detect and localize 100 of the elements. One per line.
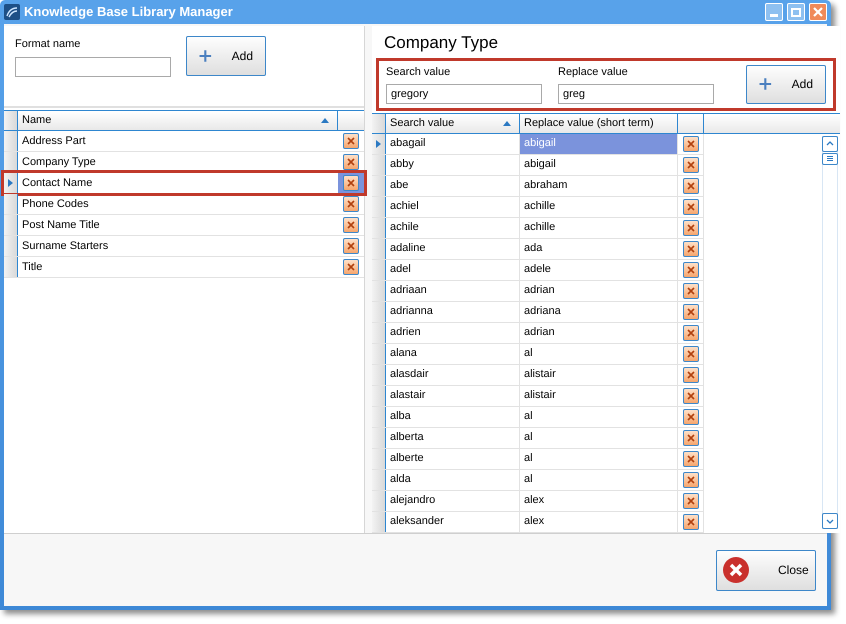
add-button[interactable]: Add [746, 64, 826, 104]
delete-button[interactable] [343, 217, 359, 233]
table-cell[interactable]: al [520, 428, 678, 448]
table-cell[interactable]: al [520, 406, 678, 426]
table-cell[interactable]: ada [520, 238, 678, 258]
row-header[interactable] [372, 322, 386, 342]
row-header[interactable] [4, 194, 18, 214]
delete-button[interactable] [682, 450, 698, 466]
table-cell[interactable]: adrien [386, 322, 520, 342]
delete-button[interactable] [682, 198, 698, 214]
delete-button[interactable] [682, 282, 698, 298]
delete-button[interactable] [682, 178, 698, 194]
delete-button[interactable] [682, 472, 698, 488]
row-header[interactable] [4, 131, 18, 151]
table-cell[interactable]: adel [386, 260, 520, 280]
table-cell[interactable]: adrian [520, 322, 678, 342]
table-cell[interactable]: aleksander [386, 512, 520, 532]
table-cell[interactable]: alistair [520, 386, 678, 406]
table-cell[interactable]: adele [520, 260, 678, 280]
table-cell[interactable]: alba [386, 406, 520, 426]
row-header[interactable] [372, 470, 386, 490]
delete-button[interactable] [682, 366, 698, 382]
column-header[interactable]: Search value [386, 114, 520, 132]
table-cell[interactable]: adriaan [386, 280, 520, 300]
row-header[interactable] [372, 302, 386, 322]
format-name-field[interactable] [15, 56, 171, 76]
table-cell[interactable]: abe [386, 176, 520, 196]
row-header[interactable] [372, 490, 386, 510]
delete-button[interactable] [343, 133, 359, 149]
column-header[interactable]: Name [18, 111, 338, 130]
table-cell[interactable]: alberte [386, 448, 520, 468]
table-cell[interactable]: al [520, 344, 678, 364]
delete-button[interactable] [682, 408, 698, 424]
table-cell[interactable]: Surname Starters [18, 236, 338, 256]
row-header[interactable] [372, 406, 386, 426]
maximize-button[interactable] [787, 3, 805, 21]
table-cell[interactable]: alberta [386, 428, 520, 448]
table-cell[interactable]: alasdair [386, 364, 520, 384]
table-cell[interactable]: abigail [520, 154, 678, 174]
minimize-button[interactable] [765, 3, 783, 21]
delete-button[interactable] [682, 304, 698, 320]
row-header[interactable] [372, 428, 386, 448]
table-cell[interactable]: Title [18, 257, 338, 277]
table-cell[interactable]: al [520, 470, 678, 490]
row-header[interactable] [372, 386, 386, 406]
table-cell[interactable]: adaline [386, 238, 520, 258]
row-header[interactable] [4, 236, 18, 256]
row-header[interactable] [372, 448, 386, 468]
row-header[interactable] [372, 196, 386, 216]
table-cell[interactable]: achille [520, 218, 678, 238]
table-cell[interactable]: achiel [386, 196, 520, 216]
table-cell[interactable]: Post Name Title [18, 215, 338, 235]
table-cell[interactable]: alex [520, 490, 678, 510]
delete-button[interactable] [682, 492, 698, 508]
row-header[interactable] [372, 280, 386, 300]
table-cell[interactable]: Company Type [18, 152, 338, 172]
delete-button[interactable] [343, 196, 359, 212]
add-button[interactable]: Add [186, 36, 266, 76]
table-cell[interactable]: Phone Codes [18, 194, 338, 214]
delete-button[interactable] [682, 346, 698, 362]
column-header[interactable]: Replace value (short term) [520, 114, 678, 132]
row-header[interactable] [372, 134, 386, 154]
row-header[interactable] [372, 154, 386, 174]
delete-button[interactable] [682, 262, 698, 278]
row-header[interactable] [372, 344, 386, 364]
row-header[interactable] [4, 257, 18, 277]
close-window-button[interactable] [809, 3, 827, 21]
row-header[interactable] [372, 260, 386, 280]
table-cell[interactable]: alejandro [386, 490, 520, 510]
table-cell[interactable]: alda [386, 470, 520, 490]
table-cell[interactable]: adrian [520, 280, 678, 300]
delete-button[interactable] [682, 324, 698, 340]
delete-button[interactable] [343, 175, 359, 191]
delete-button[interactable] [682, 136, 698, 152]
search-value-field[interactable]: gregory [386, 84, 542, 104]
delete-button[interactable] [682, 220, 698, 236]
table-cell[interactable]: Contact Name [18, 173, 338, 193]
table-cell[interactable]: adriana [520, 302, 678, 322]
table-cell[interactable]: abby [386, 154, 520, 174]
table-cell[interactable]: alistair [520, 364, 678, 384]
delete-button[interactable] [682, 514, 698, 530]
close-button[interactable]: Close [716, 550, 816, 590]
table-cell[interactable]: alastair [386, 386, 520, 406]
delete-button[interactable] [682, 388, 698, 404]
row-header[interactable] [372, 364, 386, 384]
row-header[interactable] [372, 114, 386, 132]
delete-button[interactable] [343, 238, 359, 254]
delete-button[interactable] [682, 156, 698, 172]
table-cell[interactable]: achile [386, 218, 520, 238]
row-header[interactable] [372, 176, 386, 196]
row-header[interactable] [4, 173, 18, 193]
row-header[interactable] [4, 215, 18, 235]
delete-button[interactable] [682, 240, 698, 256]
delete-button[interactable] [343, 259, 359, 275]
row-header[interactable] [4, 111, 18, 130]
table-cell[interactable]: alana [386, 344, 520, 364]
table-cell[interactable]: achille [520, 196, 678, 216]
delete-button[interactable] [682, 430, 698, 446]
row-header[interactable] [372, 512, 386, 532]
row-header[interactable] [4, 152, 18, 172]
